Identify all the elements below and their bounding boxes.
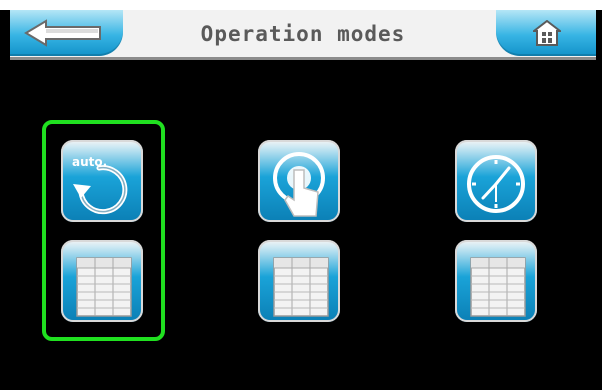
table-button-timer[interactable]: [455, 240, 537, 322]
timer-mode-button[interactable]: [455, 140, 537, 222]
home-icon: [533, 20, 561, 46]
auto-mode-button[interactable]: auto.: [61, 140, 143, 222]
table-button-manual[interactable]: [258, 240, 340, 322]
screen: Operation modes auto.: [0, 0, 602, 390]
timer-clock-icon: [467, 155, 525, 213]
top-edge: [0, 0, 602, 10]
manual-touch-icon: [273, 152, 325, 217]
table-button-auto[interactable]: [61, 240, 143, 322]
manual-mode-button[interactable]: [258, 140, 340, 222]
table-icon: [273, 257, 329, 317]
home-button[interactable]: [496, 10, 596, 56]
table-icon: [76, 257, 132, 317]
auto-mode-icon: [73, 165, 128, 215]
header-bar: Operation modes: [10, 10, 596, 60]
left-edge: [0, 10, 10, 390]
auto-mode-label: auto.: [72, 155, 108, 169]
table-icon: [470, 257, 526, 317]
